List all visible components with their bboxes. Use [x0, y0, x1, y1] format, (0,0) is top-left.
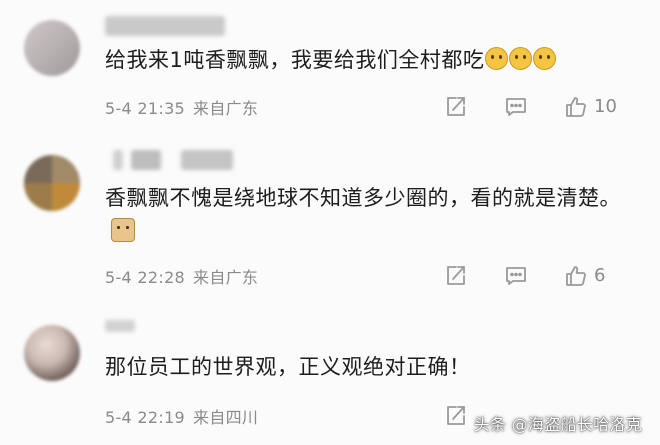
- reply-icon[interactable]: [504, 264, 528, 288]
- comment-actions: 6: [442, 264, 642, 288]
- comment-text-content: 香飘飘不愧是绕地球不知道多少圈的，看的就是清楚。: [105, 186, 621, 210]
- comment-actions: 10: [442, 95, 642, 119]
- comment-text: 那位员工的世界观，正义观绝对正确！: [105, 351, 635, 384]
- like-count: 6: [594, 265, 606, 286]
- comment-text-content: 那位员工的世界观，正义观绝对正确！: [105, 355, 471, 379]
- share-icon[interactable]: [444, 404, 468, 428]
- comment-text-content: 给我来1吨香飘飘，我要给我们全村都吃: [105, 48, 485, 72]
- share-icon[interactable]: [444, 264, 468, 288]
- username-redacted[interactable]: [105, 16, 245, 36]
- comment-meta: 5-4 21:35 来自广东: [105, 95, 258, 119]
- comment-location: 来自四川: [193, 408, 259, 427]
- comment-meta: 5-4 22:28 来自广东: [105, 264, 258, 288]
- comment-date: 5-4 21:35: [105, 99, 186, 118]
- comment-location: 来自广东: [193, 268, 259, 287]
- comment-date: 5-4 22:28: [105, 268, 186, 287]
- comment-date: 5-4 22:19: [105, 408, 186, 427]
- reply-icon[interactable]: [504, 95, 528, 119]
- watermark: 头条 @海盗船长哈洛克: [473, 415, 642, 434]
- avatar[interactable]: [24, 155, 80, 211]
- thumbs-up-icon[interactable]: [564, 264, 588, 288]
- avatar[interactable]: [24, 325, 80, 381]
- avatar[interactable]: [24, 20, 80, 76]
- comment-text: 给我来1吨香飘飘，我要给我们全村都吃: [105, 44, 635, 77]
- crying-face-icon: [485, 47, 509, 70]
- comment-location: 来自广东: [193, 99, 259, 118]
- share-icon[interactable]: [444, 95, 468, 119]
- username-redacted[interactable]: [105, 150, 245, 170]
- username-redacted[interactable]: [105, 320, 245, 332]
- thumbs-up-icon[interactable]: [564, 95, 588, 119]
- doge-icon: [111, 218, 135, 242]
- crying-face-icon: [533, 47, 557, 70]
- comment-text: 香飘飘不愧是绕地球不知道多少圈的，看的就是清楚。: [105, 182, 635, 248]
- like-count: 10: [594, 96, 617, 117]
- crying-face-icon: [509, 47, 533, 70]
- comment-meta: 5-4 22:19 来自四川: [105, 404, 258, 428]
